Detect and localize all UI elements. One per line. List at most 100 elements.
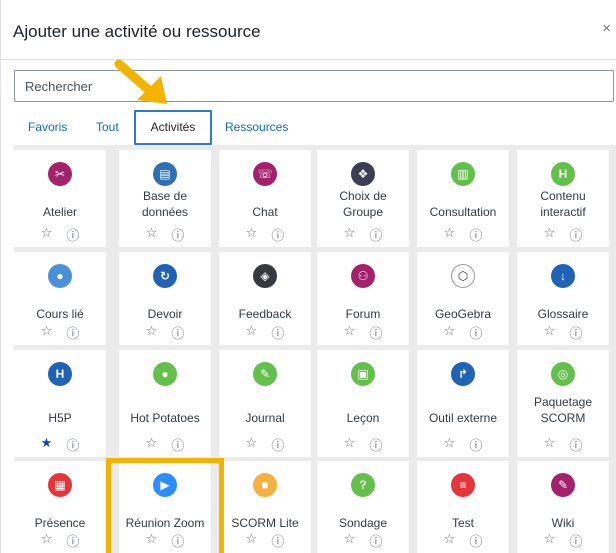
info-icon[interactable]: ⓘ (369, 225, 382, 244)
info-icon[interactable]: ⓘ (569, 435, 582, 454)
info-icon[interactable]: ⓘ (66, 435, 79, 454)
info-icon[interactable]: ⓘ (271, 531, 284, 550)
activity-card[interactable]: ≡ Test ☆ ⓘ (417, 461, 509, 553)
activity-card[interactable]: ↓ Glossaire ☆ ⓘ (517, 252, 609, 345)
info-icon[interactable]: ⓘ (469, 531, 482, 550)
star-icon[interactable]: ☆ (146, 323, 158, 342)
activity-name: Sondage (338, 516, 388, 530)
tab-ressources[interactable]: Ressources (225, 110, 288, 145)
star-icon[interactable]: ☆ (544, 323, 556, 342)
info-icon[interactable]: ⓘ (171, 323, 184, 342)
lesson-icon: ▣ (351, 362, 375, 386)
star-icon[interactable]: ☆ (444, 531, 456, 550)
add-activity-modal: Ajouter une activité ou ressource × Favo… (0, 0, 616, 553)
tab-tout[interactable]: Tout (96, 110, 119, 145)
info-icon[interactable]: ⓘ (171, 225, 184, 244)
activity-grid: ✂ Atelier ☆ ⓘ ▤ Base de données ☆ ⓘ ☏ Chat ☆ ⓘ ❖ Choix… (14, 145, 616, 553)
star-icon[interactable]: ☆ (246, 323, 258, 342)
activity-card[interactable]: ✎ Wiki ☆ ⓘ (517, 461, 609, 553)
info-icon[interactable]: ⓘ (271, 225, 284, 244)
hotpot-icon: ● (153, 362, 177, 386)
info-icon[interactable]: ⓘ (271, 323, 284, 342)
activity-card[interactable]: ? Sondage ☆ ⓘ (317, 461, 409, 553)
star-icon[interactable]: ☆ (444, 225, 456, 244)
h5p-icon: H (551, 162, 575, 186)
activity-card[interactable]: ■ SCORM Lite ☆ ⓘ (219, 461, 311, 553)
tab-activites[interactable]: Activités (134, 110, 212, 145)
activity-card[interactable]: ↻ Devoir ☆ ⓘ (119, 252, 211, 345)
zoom-highlight-box (106, 458, 224, 553)
activity-card[interactable]: ⬡ GeoGebra ☆ ⓘ (417, 252, 509, 345)
activity-card[interactable]: ❖ Choix de Groupe ☆ ⓘ (317, 150, 409, 247)
star-icon[interactable]: ☆ (344, 323, 356, 342)
activity-card[interactable]: ▣ Leçon ☆ ⓘ (317, 350, 409, 457)
activity-name: Cours lié (36, 307, 84, 321)
survey-icon: ? (351, 473, 375, 497)
info-icon[interactable]: ⓘ (569, 225, 582, 244)
tab-favoris[interactable]: Favoris (28, 110, 67, 145)
info-icon[interactable]: ⓘ (66, 531, 79, 550)
info-icon[interactable]: ⓘ (66, 225, 79, 244)
activity-card[interactable]: ● Cours lié ☆ ⓘ (14, 252, 106, 345)
star-icon[interactable]: ☆ (41, 531, 53, 550)
star-icon[interactable]: ☆ (344, 225, 356, 244)
activity-name: Glossaire (537, 307, 589, 321)
activity-card[interactable]: ☏ Chat ☆ ⓘ (219, 150, 311, 247)
activity-card[interactable]: ▦ Présence ☆ ⓘ (14, 461, 106, 553)
linked-course-icon: ● (48, 264, 72, 288)
close-button[interactable]: × (602, 20, 611, 37)
star-icon[interactable]: ☆ (246, 435, 258, 454)
activity-card[interactable]: ⚇ Forum ☆ ⓘ (317, 252, 409, 345)
star-icon[interactable]: ☆ (544, 225, 556, 244)
activity-name: Devoir (147, 307, 183, 321)
star-icon[interactable]: ☆ (146, 435, 158, 454)
activity-card[interactable]: ◈ Feedback ☆ ⓘ (219, 252, 311, 345)
assignment-icon: ↻ (153, 264, 177, 288)
info-icon[interactable]: ⓘ (171, 435, 184, 454)
info-icon[interactable]: ⓘ (369, 531, 382, 550)
arrow-annotation-icon (114, 59, 167, 104)
info-icon[interactable]: ⓘ (469, 225, 482, 244)
activity-name: Outil externe (428, 411, 498, 425)
activity-card[interactable]: ▤ Base de données ☆ ⓘ (119, 150, 211, 247)
feedback-icon: ◈ (253, 264, 277, 288)
tab-bar: Favoris Tout Activités Ressources (14, 110, 614, 145)
info-icon[interactable]: ⓘ (271, 435, 284, 454)
activity-name: H5P (48, 411, 72, 425)
info-icon[interactable]: ⓘ (369, 323, 382, 342)
star-icon[interactable]: ☆ (444, 435, 456, 454)
star-icon[interactable]: ☆ (246, 531, 258, 550)
activity-card[interactable]: H Contenu interactif ☆ ⓘ (517, 150, 609, 247)
external-tool-icon: ↱ (451, 362, 475, 386)
star-icon[interactable]: ☆ (444, 323, 456, 342)
info-icon[interactable]: ⓘ (469, 323, 482, 342)
info-icon[interactable]: ⓘ (569, 323, 582, 342)
star-icon[interactable]: ☆ (41, 225, 53, 244)
info-icon[interactable]: ⓘ (66, 323, 79, 342)
star-icon[interactable]: ☆ (344, 531, 356, 550)
info-icon[interactable]: ⓘ (369, 435, 382, 454)
star-icon[interactable]: ☆ (344, 435, 356, 454)
activity-card[interactable]: ✎ Journal ☆ ⓘ (219, 350, 311, 457)
activity-card[interactable]: ✂ Atelier ☆ ⓘ (14, 150, 106, 247)
activity-name: Forum (345, 307, 381, 321)
star-icon[interactable]: ☆ (41, 323, 53, 342)
activity-name: SCORM Lite (231, 516, 299, 530)
star-icon[interactable]: ★ (41, 435, 53, 454)
search-input[interactable] (14, 70, 614, 102)
activity-card[interactable]: ↱ Outil externe ☆ ⓘ (417, 350, 509, 457)
star-icon[interactable]: ☆ (544, 435, 556, 454)
star-icon[interactable]: ☆ (146, 225, 158, 244)
activity-card[interactable]: H H5P ★ ⓘ (14, 350, 106, 457)
activity-name: Leçon (346, 411, 380, 425)
attendance-icon: ▦ (48, 473, 72, 497)
activity-card[interactable]: ◎ Paquetage SCORM ☆ ⓘ (517, 350, 609, 457)
star-icon[interactable]: ☆ (544, 531, 556, 550)
info-icon[interactable]: ⓘ (469, 435, 482, 454)
chat-icon: ☏ (253, 162, 277, 186)
journal-icon: ✎ (253, 362, 277, 386)
activity-card[interactable]: ● Hot Potatoes ☆ ⓘ (119, 350, 211, 457)
info-icon[interactable]: ⓘ (569, 531, 582, 550)
activity-card[interactable]: ▥ Consultation ☆ ⓘ (417, 150, 509, 247)
star-icon[interactable]: ☆ (246, 225, 258, 244)
